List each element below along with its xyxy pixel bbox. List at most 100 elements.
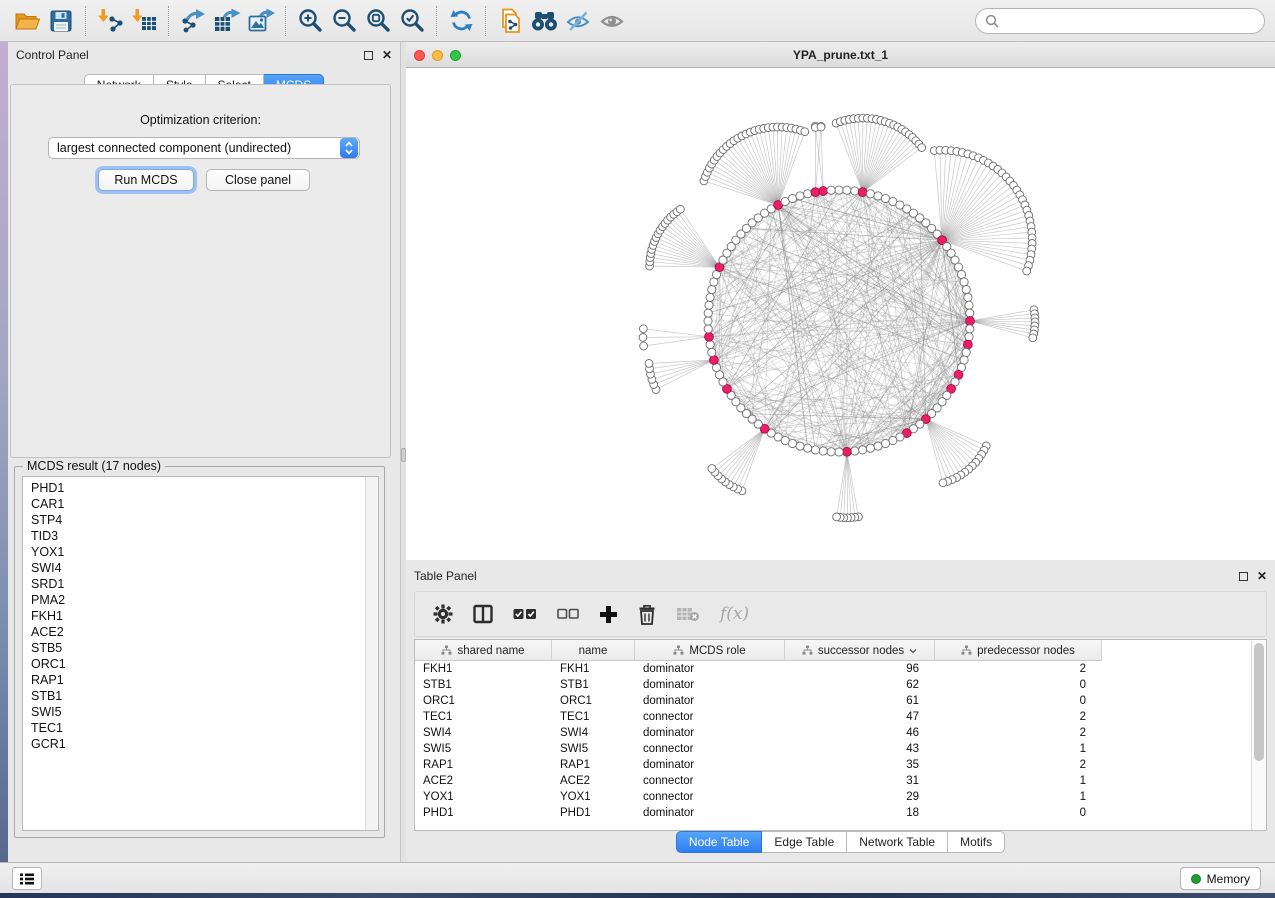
graph-node[interactable] bbox=[966, 325, 974, 333]
graph-node[interactable] bbox=[965, 333, 973, 341]
search-input[interactable] bbox=[1005, 14, 1255, 28]
graph-mcds-node[interactable] bbox=[710, 356, 719, 365]
add-column-icon[interactable] bbox=[599, 605, 618, 624]
graph-node[interactable] bbox=[708, 465, 716, 473]
export-table-button[interactable] bbox=[210, 4, 244, 38]
optimization-criterion-select[interactable]: largest connected component (undirected) bbox=[48, 137, 360, 159]
graph-node[interactable] bbox=[704, 325, 712, 333]
graph-node[interactable] bbox=[705, 301, 713, 309]
graph-node[interactable] bbox=[639, 334, 647, 342]
graph-node[interactable] bbox=[677, 205, 685, 213]
zoom-selected-button[interactable] bbox=[395, 4, 429, 38]
graph-node[interactable] bbox=[1023, 267, 1031, 275]
result-node-item[interactable]: TID3 bbox=[23, 528, 365, 544]
maximize-window-icon[interactable] bbox=[450, 50, 461, 61]
graph-node[interactable] bbox=[962, 348, 970, 356]
table-row[interactable]: RAP1RAP1dominator352 bbox=[415, 757, 1102, 773]
deselect-all-icon[interactable] bbox=[557, 607, 579, 621]
zoom-in-button[interactable] bbox=[293, 4, 327, 38]
graph-node[interactable] bbox=[851, 187, 859, 195]
graph-node[interactable] bbox=[851, 447, 859, 455]
graph-node[interactable] bbox=[960, 278, 968, 286]
show-all-button[interactable] bbox=[595, 4, 629, 38]
graph-node[interactable] bbox=[939, 479, 947, 487]
minimize-window-icon[interactable] bbox=[432, 50, 443, 61]
table-scrollbar[interactable] bbox=[1251, 640, 1266, 830]
run-mcds-button[interactable]: Run MCDS bbox=[98, 169, 194, 191]
result-node-item[interactable]: RAP1 bbox=[23, 672, 365, 688]
graph-node[interactable] bbox=[640, 325, 648, 333]
column-header-predecessor-nodes[interactable]: predecessor nodes bbox=[935, 640, 1102, 661]
graph-node[interactable] bbox=[796, 442, 804, 450]
graph-node[interactable] bbox=[962, 286, 970, 294]
column-header-MCDS-role[interactable]: MCDS role bbox=[635, 640, 785, 661]
export-network-button[interactable] bbox=[176, 4, 210, 38]
log-console-button[interactable] bbox=[12, 867, 42, 890]
result-node-item[interactable]: ORC1 bbox=[23, 656, 365, 672]
table-tab-motifs[interactable]: Motifs bbox=[948, 831, 1005, 853]
close-panel-icon[interactable]: ✕ bbox=[382, 49, 392, 61]
export-image-button[interactable] bbox=[244, 4, 278, 38]
graph-node[interactable] bbox=[874, 442, 882, 450]
network-titlebar[interactable]: YPA_prune.txt_1 bbox=[406, 42, 1275, 68]
graph-node[interactable] bbox=[918, 144, 926, 152]
graph-node[interactable] bbox=[881, 439, 889, 447]
table-settings-gear-icon[interactable] bbox=[433, 604, 453, 624]
zoom-out-button[interactable] bbox=[327, 4, 361, 38]
zoom-fit-button[interactable] bbox=[361, 4, 395, 38]
graph-node[interactable] bbox=[827, 448, 835, 456]
float-panel-icon[interactable] bbox=[1239, 572, 1248, 581]
table-row[interactable]: SWI5SWI5connector431 bbox=[415, 741, 1102, 757]
graph-node[interactable] bbox=[704, 317, 712, 325]
result-node-item[interactable]: SWI5 bbox=[23, 704, 365, 720]
graph-node[interactable] bbox=[1029, 334, 1037, 342]
result-node-item[interactable]: PMA2 bbox=[23, 592, 365, 608]
graph-node[interactable] bbox=[960, 356, 968, 364]
result-node-item[interactable]: SRD1 bbox=[23, 576, 365, 592]
graph-node[interactable] bbox=[874, 192, 882, 200]
table-row[interactable]: YOX1YOX1connector291 bbox=[415, 789, 1102, 805]
graph-node[interactable] bbox=[708, 348, 716, 356]
graph-node[interactable] bbox=[827, 186, 835, 194]
graph-node[interactable] bbox=[817, 123, 825, 131]
graph-node[interactable] bbox=[708, 286, 716, 294]
result-node-item[interactable]: PHD1 bbox=[23, 480, 365, 496]
graph-node[interactable] bbox=[640, 342, 648, 350]
delete-column-trash-icon[interactable] bbox=[638, 604, 656, 625]
graph-mcds-node[interactable] bbox=[858, 188, 867, 197]
graph-node[interactable] bbox=[796, 192, 804, 200]
apply-layout-button[interactable] bbox=[444, 4, 478, 38]
table-row[interactable]: FKH1FKH1dominator962 bbox=[415, 661, 1102, 677]
graph-node[interactable] bbox=[859, 446, 867, 454]
float-panel-icon[interactable] bbox=[364, 51, 373, 60]
graph-node[interactable] bbox=[964, 293, 972, 301]
graph-node[interactable] bbox=[866, 190, 874, 198]
graph-node[interactable] bbox=[645, 360, 653, 368]
find-button[interactable] bbox=[527, 4, 561, 38]
graph-mcds-node[interactable] bbox=[819, 187, 828, 196]
graph-node[interactable] bbox=[804, 190, 812, 198]
column-header-name[interactable]: name bbox=[552, 640, 635, 661]
result-node-item[interactable]: FKH1 bbox=[23, 608, 365, 624]
graph-node[interactable] bbox=[965, 301, 973, 309]
network-canvas[interactable] bbox=[406, 68, 1275, 560]
table-row[interactable]: STB1STB1dominator620 bbox=[415, 677, 1102, 693]
table-row[interactable]: ORC1ORC1dominator610 bbox=[415, 693, 1102, 709]
result-node-item[interactable]: CAR1 bbox=[23, 496, 365, 512]
show-columns-icon[interactable] bbox=[473, 604, 493, 624]
graph-node[interactable] bbox=[866, 444, 874, 452]
graph-mcds-node[interactable] bbox=[964, 340, 973, 349]
result-node-item[interactable]: STP4 bbox=[23, 512, 365, 528]
table-row[interactable]: PHD1PHD1dominator180 bbox=[415, 805, 1102, 821]
graph-node[interactable] bbox=[843, 186, 851, 194]
graph-node[interactable] bbox=[819, 447, 827, 455]
result-list-scrollbar[interactable] bbox=[365, 477, 378, 830]
result-node-item[interactable]: GCR1 bbox=[23, 736, 365, 752]
graph-node[interactable] bbox=[788, 194, 796, 202]
result-node-item[interactable]: STB5 bbox=[23, 640, 365, 656]
result-node-item[interactable]: ACE2 bbox=[23, 624, 365, 640]
table-tab-node-table[interactable]: Node Table bbox=[676, 831, 763, 853]
table-row[interactable]: TEC1TEC1connector472 bbox=[415, 709, 1102, 725]
result-node-item[interactable]: TEC1 bbox=[23, 720, 365, 736]
graph-mcds-node[interactable] bbox=[843, 447, 852, 456]
